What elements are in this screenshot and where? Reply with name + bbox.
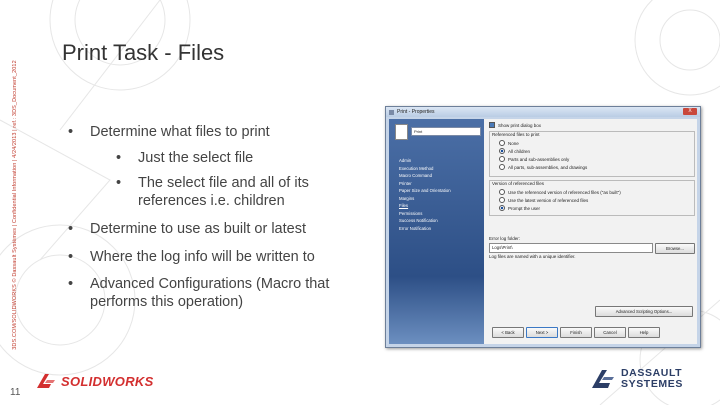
nav-item-error-notification[interactable]: Error Notification (399, 225, 451, 233)
dialog-titlebar: Print - Properties (386, 107, 700, 117)
nav-item-files[interactable]: Files (399, 202, 451, 210)
solidworks-logo: SOLIDWORKS (35, 372, 154, 390)
ds-logo-icon (592, 370, 614, 388)
ref-option-none[interactable]: None (499, 140, 519, 146)
next-button[interactable]: Next > (526, 327, 558, 338)
dialog-nav-panel: Print Admin Execution Method Macro Comma… (389, 119, 484, 344)
bullet-item: • Advanced Configurations (Macro that per… (68, 276, 330, 310)
dialog-body: Print Admin Execution Method Macro Comma… (389, 119, 697, 344)
references-title: Referenced files to print (492, 132, 540, 137)
error-log-label: Error log folder: (489, 236, 521, 241)
nav-item-paper-size[interactable]: Paper Size and Orientation (399, 187, 451, 195)
print-properties-dialog: Print - Properties X Print Admin Executi… (385, 106, 701, 348)
sub-bullet-item: • The select file and all of its referenc… (116, 175, 309, 209)
nav-item-permissions[interactable]: Permissions (399, 210, 451, 218)
cancel-button[interactable]: Cancel (594, 327, 626, 338)
version-title: Version of referenced files (492, 181, 545, 186)
confidentiality-label: 3DS.COM/SOLIDWORKS © Dassault Systèmes |… (12, 60, 18, 350)
print-icon (389, 109, 394, 115)
show-dialog-checkbox[interactable] (489, 122, 495, 128)
show-dialog-option[interactable]: Show print dialog box (489, 122, 541, 128)
finish-button[interactable]: Finish (560, 327, 592, 338)
sub-bullet-item: • Just the select file (116, 150, 254, 166)
nav-item-success-notification[interactable]: Success Notification (399, 217, 451, 225)
version-option-prompt[interactable]: Prompt the user (499, 205, 540, 211)
slide-title: Print Task - Files (62, 40, 225, 65)
nav-item-printer[interactable]: Printer (399, 180, 451, 188)
references-group (489, 131, 695, 177)
task-icon (395, 124, 408, 140)
dassault-systemes-logo: DASSAULT SYSTEMES (590, 368, 683, 390)
log-note: Log files are named with a unique identi… (489, 254, 576, 259)
dialog-title: Print - Properties (397, 109, 435, 115)
bullet-item: • Determine what files to print (68, 124, 270, 140)
page-number: 11 (10, 387, 21, 398)
version-option-latest[interactable]: Use the latest version of referenced fil… (499, 197, 588, 203)
browse-button[interactable]: Browse... (655, 243, 695, 254)
nav-item-admin[interactable]: Admin (399, 157, 451, 165)
advanced-scripting-options-button[interactable]: Advanced Scripting Options... (595, 306, 693, 317)
ref-option-all-including-drawings[interactable]: All parts, sub-assemblies, and drawings (499, 164, 587, 170)
nav-item-execution-method[interactable]: Execution Method (399, 165, 451, 173)
error-log-field[interactable]: Logs\Print\ (489, 243, 653, 253)
ds-logo-icon (37, 374, 55, 388)
back-button[interactable]: < Back (492, 327, 524, 338)
ref-option-parts-subassemblies[interactable]: Parts and sub-assemblies only (499, 156, 569, 162)
nav-item-macro-command[interactable]: Macro Command (399, 172, 451, 180)
help-button[interactable]: Help (628, 327, 660, 338)
bullet-item: • Determine to use as built or latest (68, 221, 306, 237)
close-button[interactable]: X (683, 108, 697, 115)
nav-list: Admin Execution Method Macro Command Pri… (399, 157, 451, 232)
nav-item-margins[interactable]: Margins (399, 195, 451, 203)
ref-option-all-children[interactable]: All children (499, 148, 530, 154)
version-option-as-built[interactable]: Use the referenced version of referenced… (499, 189, 621, 195)
bullet-item: • Where the log info will be written to (68, 249, 315, 265)
task-name-field[interactable]: Print (411, 127, 481, 136)
